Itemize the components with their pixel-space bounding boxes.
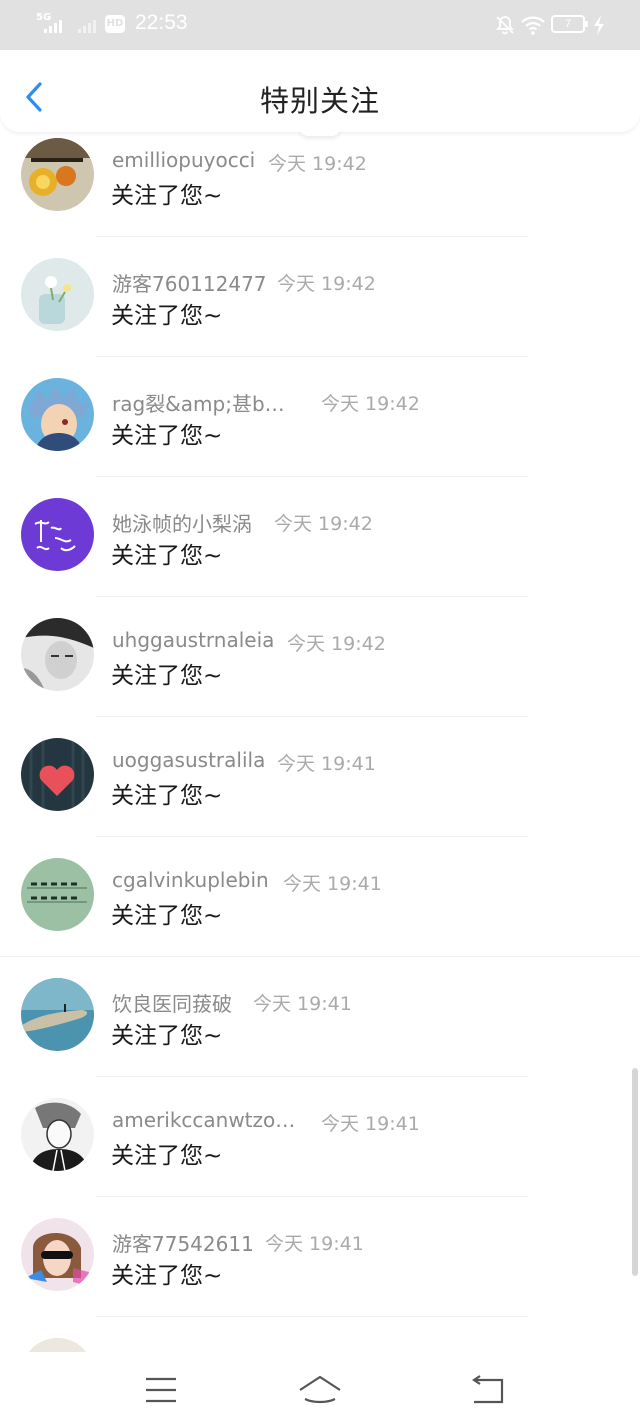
list-item[interactable]: 游客77542611 今天 19:41 关注了您~ (0, 1210, 640, 1330)
avatar[interactable] (21, 618, 94, 691)
timestamp: 今天 19:41 (321, 1113, 420, 1135)
timestamp: 今天 19:42 (277, 273, 376, 295)
user-name[interactable]: uhggaustrnaleia (112, 628, 274, 652)
message-text: 关注了您~ (111, 903, 223, 929)
user-name[interactable]: amerikccanwtzo… (112, 1108, 295, 1132)
message-text: 关注了您~ (111, 303, 223, 329)
avatar[interactable] (21, 1098, 94, 1171)
timestamp: 今天 19:41 (253, 993, 352, 1015)
timestamp: 今天 19:42 (287, 633, 386, 655)
list-item[interactable]: cgalvinkuplebin 今天 19:41 关注了您~ (0, 850, 640, 970)
notification-list[interactable]: emilliopuyocci 今天 19:42 关注了您~ 游客76011247… (0, 130, 640, 1352)
list-item[interactable]: rag裂&amp;甚b… 今天 19:42 关注了您~ (0, 370, 640, 490)
status-bar: 5G HD 22:53 7 (0, 0, 640, 50)
header-notch (300, 128, 340, 136)
avatar[interactable] (21, 1218, 94, 1291)
divider (96, 836, 528, 837)
message-text: 关注了您~ (111, 1263, 223, 1289)
avatar[interactable] (21, 858, 94, 931)
divider (96, 236, 528, 237)
avatar[interactable] (21, 1338, 94, 1352)
message-text: 关注了您~ (111, 783, 223, 809)
message-text: 关注了您~ (111, 183, 223, 209)
divider (96, 476, 528, 477)
list-item[interactable]: 饮良医同菝破 今天 19:41 关注了您~ (0, 970, 640, 1090)
status-time: 22:53 (135, 11, 188, 34)
list-item[interactable]: uhggaustrnaleia 今天 19:42 关注了您~ (0, 610, 640, 730)
user-name[interactable]: cgalvinkuplebin (112, 868, 269, 892)
signal-secondary-icon (78, 19, 100, 33)
avatar[interactable] (21, 498, 94, 571)
timestamp: 今天 19:42 (274, 513, 373, 535)
message-text: 关注了您~ (111, 663, 223, 689)
divider (96, 1076, 528, 1077)
list-item[interactable]: amerikccanwtzo… 今天 19:41 关注了您~ (0, 1090, 640, 1210)
return-icon[interactable] (466, 1372, 510, 1408)
user-name[interactable]: uoggasustralila (112, 748, 265, 772)
user-name[interactable]: 游客77542611 (112, 1228, 254, 1257)
list-item[interactable]: 她泳帧的小梨涡 今天 19:42 关注了您~ (0, 490, 640, 610)
list-item[interactable]: emilliopuyocci 今天 19:42 关注了您~ (0, 130, 640, 250)
signal-icon (44, 19, 66, 33)
list-item[interactable] (0, 1330, 640, 1352)
list-item[interactable]: uoggasustralila 今天 19:41 关注了您~ (0, 730, 640, 850)
battery-icon: 7 (551, 15, 588, 33)
timestamp: 今天 19:42 (321, 393, 420, 415)
list-item[interactable]: 游客760112477 今天 19:42 关注了您~ (0, 250, 640, 370)
divider (96, 716, 528, 717)
timestamp: 今天 19:41 (265, 1233, 364, 1255)
divider (96, 1196, 528, 1197)
page-title: 特别关注 (259, 84, 380, 118)
avatar[interactable] (21, 138, 94, 211)
user-name[interactable]: emilliopuyocci (112, 148, 255, 172)
system-navigation-bar (0, 1352, 640, 1427)
timestamp: 今天 19:42 (268, 153, 367, 175)
divider (96, 596, 528, 597)
user-name[interactable]: 她泳帧的小梨涡 (112, 508, 252, 537)
home-icon[interactable] (298, 1372, 342, 1408)
avatar[interactable] (21, 258, 94, 331)
avatar[interactable] (21, 378, 94, 451)
message-text: 关注了您~ (111, 1023, 223, 1049)
message-text: 关注了您~ (111, 543, 223, 569)
message-text: 关注了您~ (111, 423, 223, 449)
wifi-icon (520, 14, 546, 36)
hd-icon: HD (105, 15, 125, 33)
avatar[interactable] (21, 738, 94, 811)
header-bar: 特别关注 (0, 50, 640, 136)
divider (96, 1316, 528, 1317)
divider (96, 356, 528, 357)
avatar[interactable] (21, 978, 94, 1051)
charging-icon (592, 14, 606, 36)
message-text: 关注了您~ (111, 1143, 223, 1169)
scrollbar[interactable] (632, 1068, 638, 1276)
bell-muted-icon (494, 14, 516, 36)
user-name[interactable]: rag裂&amp;甚b… (112, 388, 285, 417)
user-name[interactable]: 游客760112477 (112, 268, 267, 297)
menu-icon[interactable] (139, 1372, 183, 1408)
timestamp: 今天 19:41 (277, 753, 376, 775)
divider (0, 956, 640, 957)
timestamp: 今天 19:41 (283, 873, 382, 895)
user-name[interactable]: 饮良医同菝破 (112, 988, 232, 1017)
